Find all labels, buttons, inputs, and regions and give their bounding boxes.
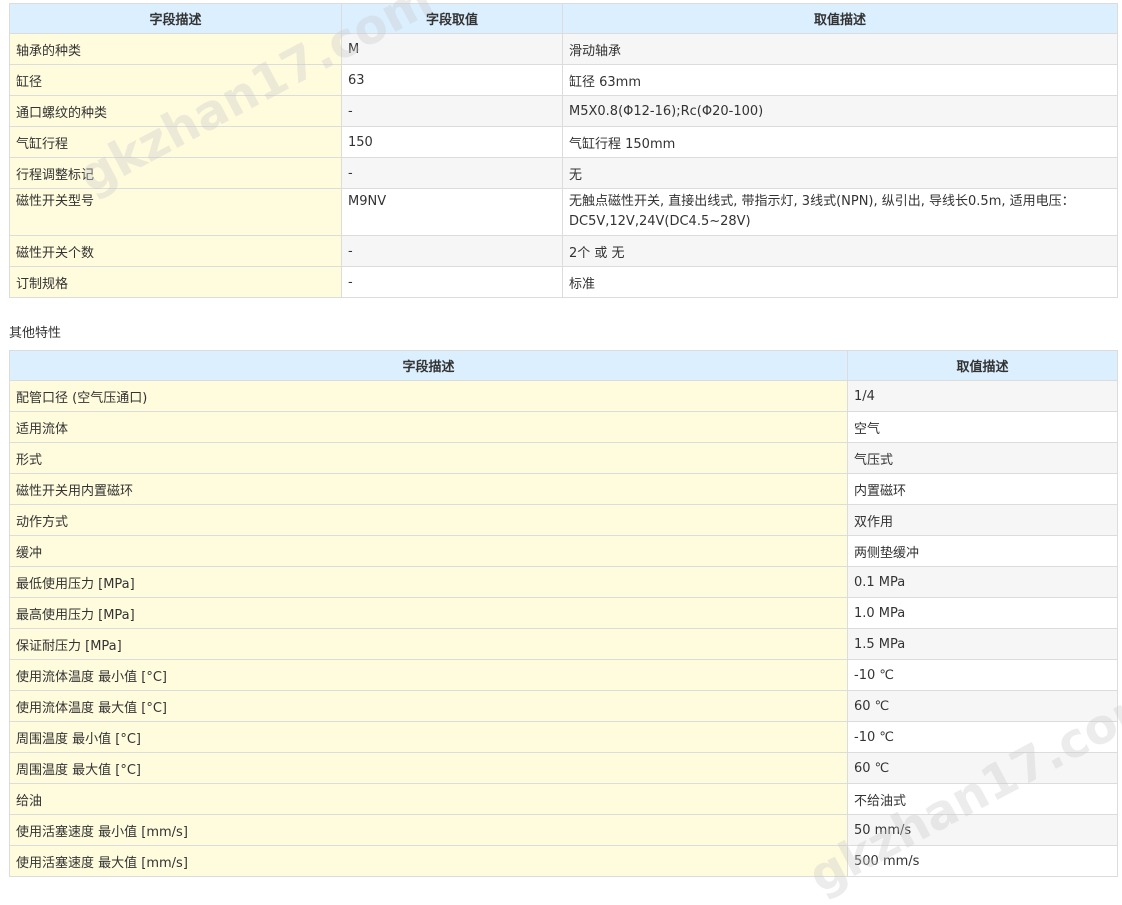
field-name-cell: 给油 [9, 783, 848, 815]
value-desc-cell: 不给油式 [847, 783, 1118, 815]
field-name-cell: 周围温度 最小值 [°C] [9, 721, 848, 753]
section-title: 其他特性 [9, 326, 62, 341]
value-desc-cell: 气缸行程 150mm [562, 126, 1118, 158]
field-name-cell: 通口螺纹的种类 [9, 95, 342, 127]
field-name-cell: 使用活塞速度 最大值 [mm/s] [9, 845, 848, 877]
value-desc-cell: 0.1 MPa [847, 566, 1118, 598]
header-value-desc: 取值描述 [847, 350, 1118, 381]
value-desc-cell: M5X0.8(Φ12-16);Rc(Φ20-100) [562, 95, 1118, 127]
table-row: 气缸行程 150 气缸行程 150mm [9, 126, 1118, 158]
value-desc-cell: 双作用 [847, 504, 1118, 536]
value-desc-cell: 500 mm/s [847, 845, 1118, 877]
field-name-cell: 使用活塞速度 最小值 [mm/s] [9, 814, 848, 846]
value-desc-cell: 1.0 MPa [847, 597, 1118, 629]
field-name-cell: 缓冲 [9, 535, 848, 567]
table-row: 轴承的种类 M 滑动轴承 [9, 33, 1118, 65]
field-name-cell: 周围温度 最大值 [°C] [9, 752, 848, 784]
field-name-cell: 订制规格 [9, 266, 342, 298]
header-field-desc: 字段描述 [9, 350, 848, 381]
field-value-cell: - [341, 95, 563, 127]
value-desc-cell: 60 ℃ [847, 752, 1118, 784]
field-name-cell: 动作方式 [9, 504, 848, 536]
table-row: 周围温度 最小值 [°C] -10 ℃ [9, 721, 1118, 753]
field-name-cell: 缸径 [9, 64, 342, 96]
table-row: 缸径 63 缸径 63mm [9, 64, 1118, 96]
value-desc-cell: 滑动轴承 [562, 33, 1118, 65]
field-name-cell: 使用流体温度 最大值 [°C] [9, 690, 848, 722]
field-name-cell: 磁性开关型号 [9, 188, 342, 236]
field-name-cell: 轴承的种类 [9, 33, 342, 65]
table-row: 使用流体温度 最小值 [°C] -10 ℃ [9, 659, 1118, 691]
value-desc-cell: 气压式 [847, 442, 1118, 474]
field-name-cell: 行程调整标记 [9, 157, 342, 189]
field-value-cell: M [341, 33, 563, 65]
table-row: 动作方式 双作用 [9, 504, 1118, 536]
table-row: 磁性开关个数 -2个 或 无 [9, 235, 1118, 267]
field-name-cell: 最低使用压力 [MPa] [9, 566, 848, 598]
spec-table-main: 字段描述 字段取值 取值描述 轴承的种类 M 滑动轴承 缸径 63 缸径 63mm 通口螺纹… [9, 3, 1118, 298]
field-name-cell: 形式 [9, 442, 848, 474]
field-name-cell: 磁性开关个数 [9, 235, 342, 267]
value-desc-cell: 1.5 MPa [847, 628, 1118, 660]
field-value-cell: M9NV [341, 188, 563, 236]
table-row: 最高使用压力 [MPa] 1.0 MPa [9, 597, 1118, 629]
field-value-cell: 150 [341, 126, 563, 158]
header-value-desc: 取值描述 [562, 3, 1118, 34]
value-desc-cell: -10 ℃ [847, 659, 1118, 691]
value-desc-cell: 空气 [847, 411, 1118, 443]
table-row: 给油 不给油式 [9, 783, 1118, 815]
value-desc-cell: 2个 或 无 [562, 235, 1118, 267]
field-value-cell: - [341, 266, 563, 298]
value-desc-cell: 50 mm/s [847, 814, 1118, 846]
field-name-cell: 保证耐压力 [MPa] [9, 628, 848, 660]
field-value-cell: - [341, 157, 563, 189]
table-row: 形式 气压式 [9, 442, 1118, 474]
field-name-cell: 适用流体 [9, 411, 848, 443]
value-desc-cell: 缸径 63mm [562, 64, 1118, 96]
table-row: 使用活塞速度 最大值 [mm/s] 500 mm/s [9, 845, 1118, 877]
field-name-cell: 最高使用压力 [MPa] [9, 597, 848, 629]
table-row: 通口螺纹的种类 - M5X0.8(Φ12-16);Rc(Φ20-100) [9, 95, 1118, 127]
field-name-cell: 气缸行程 [9, 126, 342, 158]
value-desc-cell: 标准 [562, 266, 1118, 298]
table-header-row: 字段描述 字段取值 取值描述 [9, 3, 1118, 34]
table-row: 使用流体温度 最大值 [°C] 60 ℃ [9, 690, 1118, 722]
value-desc-cell: 无触点磁性开关, 直接出线式, 带指示灯, 3线式(NPN), 纵引出, 导线长… [562, 188, 1118, 236]
table-row: 行程调整标记 - 无 [9, 157, 1118, 189]
spec-table-other: 字段描述 取值描述 配管口径 (空气压通口) 1/4 适用流体 空气 形式 气压式 磁性开关… [9, 350, 1118, 877]
field-value-cell: 63 [341, 64, 563, 96]
header-field-desc: 字段描述 [9, 3, 342, 34]
field-value-cell: - [341, 235, 563, 267]
header-field-value: 字段取值 [341, 3, 563, 34]
value-desc-cell: 内置磁环 [847, 473, 1118, 505]
value-desc-cell: -10 ℃ [847, 721, 1118, 753]
value-desc-cell: 60 ℃ [847, 690, 1118, 722]
value-desc-cell: 1/4 [847, 380, 1118, 412]
value-desc-cell: 无 [562, 157, 1118, 189]
table-row: 适用流体 空气 [9, 411, 1118, 443]
field-name-cell: 磁性开关用内置磁环 [9, 473, 848, 505]
field-name-cell: 配管口径 (空气压通口) [9, 380, 848, 412]
value-desc-cell: 两侧垫缓冲 [847, 535, 1118, 567]
table-row: 使用活塞速度 最小值 [mm/s] 50 mm/s [9, 814, 1118, 846]
table-row: 磁性开关用内置磁环 内置磁环 [9, 473, 1118, 505]
table-row: 订制规格 - 标准 [9, 266, 1118, 298]
table-row: 配管口径 (空气压通口) 1/4 [9, 380, 1118, 412]
table-row: 缓冲 两侧垫缓冲 [9, 535, 1118, 567]
table-header-row: 字段描述 取值描述 [9, 350, 1118, 381]
table-row: 磁性开关型号 M9NV 无触点磁性开关, 直接出线式, 带指示灯, 3线式(NPN)… [9, 188, 1118, 236]
table-row: 保证耐压力 [MPa] 1.5 MPa [9, 628, 1118, 660]
table-row: 周围温度 最大值 [°C] 60 ℃ [9, 752, 1118, 784]
field-name-cell: 使用流体温度 最小值 [°C] [9, 659, 848, 691]
table-row: 最低使用压力 [MPa] 0.1 MPa [9, 566, 1118, 598]
